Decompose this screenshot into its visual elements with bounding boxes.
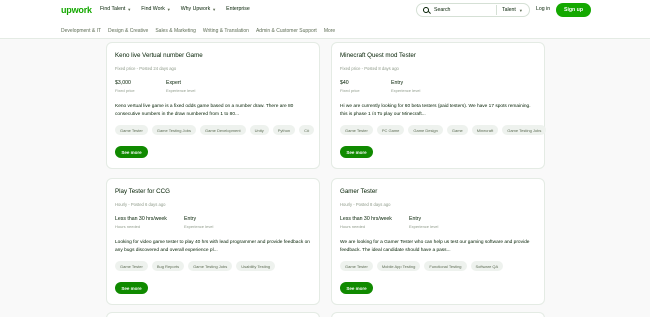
job-tags: Game Tester Mobile App Testing Functiona… (340, 261, 504, 271)
job-budget: $3,000 (115, 80, 131, 86)
search-scope-label: Talent (502, 7, 516, 13)
see-more-button[interactable]: See more (115, 146, 148, 158)
skill-tag[interactable]: PC Game (376, 125, 405, 135)
skill-tag[interactable]: Game Tester (115, 261, 148, 271)
category-design-creative[interactable]: Design & Creative (108, 28, 148, 34)
job-experience: Entry (409, 216, 422, 222)
chevron-down-icon: ▼ (166, 6, 171, 12)
skill-tag[interactable]: Game Tester (115, 125, 148, 135)
nav-why-upwork[interactable]: Why Upwork ▼ (181, 6, 216, 12)
job-experience: Entry (391, 80, 404, 86)
job-card[interactable]: Minecraft Quest mod Tester Fixed price -… (331, 42, 547, 169)
chevron-down-icon: ▼ (127, 6, 132, 12)
skill-tag[interactable]: Game Development (200, 125, 246, 135)
search-input[interactable]: Search (434, 7, 496, 13)
top-navigation-bar: upwork Find Talent ▼ Find Work ▼ Why Upwor… (0, 0, 650, 22)
job-description: We are looking for a Gamer Tester who ca… (340, 240, 530, 253)
job-tags: Game Tester Game Testing Jobs Game Devel… (115, 125, 315, 135)
category-sales-marketing[interactable]: Sales & Marketing (155, 28, 196, 34)
job-tags: Game Tester PC Game Game Design Game Min… (340, 125, 547, 135)
see-more-button[interactable]: See more (340, 282, 373, 294)
nav-label: Find Talent (100, 6, 126, 12)
signup-button[interactable]: Sign up (556, 3, 591, 17)
nav-label: Enterprise (226, 6, 250, 12)
skill-tag[interactable]: Unity (249, 125, 269, 135)
job-card[interactable]: Gamer Tester Hourly - Posted 8 days ago … (331, 178, 545, 305)
category-admin-support[interactable]: Admin & Customer Support (256, 28, 317, 34)
job-title[interactable]: Gamer Tester (340, 188, 377, 195)
skill-tag[interactable]: Python (272, 125, 296, 135)
category-writing-translation[interactable]: Writing & Translation (203, 28, 249, 34)
upwork-logo[interactable]: upwork (61, 5, 92, 15)
category-more[interactable]: More (324, 28, 335, 34)
nav-find-talent[interactable]: Find Talent ▼ (100, 6, 131, 12)
chevron-down-icon: ▼ (212, 6, 217, 12)
search-bar: Search Talent ▼ (416, 3, 530, 17)
nav-enterprise[interactable]: Enterprise (226, 6, 250, 12)
skill-tag[interactable]: Game Testing Jobs (502, 125, 547, 135)
job-hours: Less than 30 hrs/week (340, 216, 392, 222)
job-title[interactable]: Minecraft Quest mod Tester (340, 52, 416, 59)
job-meta: Hourly - Posted 6 days ago (115, 202, 166, 207)
chevron-down-icon: ▼ (518, 7, 523, 13)
category-development-it[interactable]: Development & IT (61, 28, 101, 34)
job-meta: Fixed price - Posted 24 days ago (115, 66, 177, 71)
login-link[interactable]: Log in (536, 6, 550, 12)
search-scope-dropdown[interactable]: Talent ▼ (502, 7, 523, 13)
nav-label: Find Work (141, 6, 165, 12)
job-experience-label: Experience level (391, 88, 421, 93)
category-bar: Development & IT Design & Creative Sales… (0, 22, 650, 39)
skill-tag[interactable]: Game Tester (340, 261, 373, 271)
search-divider (496, 5, 497, 15)
skill-tag[interactable]: Software QA (470, 261, 504, 271)
skill-tag[interactable]: Game (446, 125, 468, 135)
job-hours-label: Hours needed (115, 224, 141, 229)
job-experience-label: Experience level (184, 224, 214, 229)
skill-tag[interactable]: Minecraft (471, 125, 499, 135)
job-experience-label: Experience level (409, 224, 439, 229)
job-card[interactable]: Keno live Vertual number Game Fixed pric… (106, 42, 320, 169)
skill-tag[interactable]: Usability Testing (236, 261, 276, 271)
skill-tag[interactable]: Functional Testing (424, 261, 467, 271)
job-description: Looking for video game tester to play 40… (115, 240, 310, 253)
search-icon (423, 7, 429, 13)
main-nav: Find Talent ▼ Find Work ▼ Why Upwork ▼ Ente… (100, 6, 250, 12)
job-description: Hi we are currently looking for 60 beta … (340, 104, 531, 117)
see-more-button[interactable]: See more (115, 282, 148, 294)
job-card-partial[interactable] (331, 312, 545, 317)
job-budget-label: Fixed price (340, 88, 360, 93)
skill-tag[interactable]: Game Design (408, 125, 443, 135)
job-experience-label: Experience level (166, 88, 196, 93)
see-more-button[interactable]: See more (340, 146, 373, 158)
nav-label: Why Upwork (180, 6, 211, 12)
skill-tag[interactable]: Game Testing Jobs (188, 261, 233, 271)
category-list: Development & IT Design & Creative Sales… (61, 28, 335, 34)
skill-tag[interactable]: Game Testing Jobs (151, 125, 196, 135)
job-budget-label: Fixed price (115, 88, 135, 93)
skill-tag[interactable]: C# (299, 125, 315, 135)
skill-tag[interactable]: Bug Reports (151, 261, 185, 271)
job-title[interactable]: Play Tester for CCG (115, 188, 170, 195)
nav-find-work[interactable]: Find Work ▼ (141, 6, 171, 12)
job-budget: $40 (340, 80, 349, 86)
job-meta: Fixed price - Posted 8 days ago (340, 66, 399, 71)
job-hours: Less than 30 hrs/week (115, 216, 167, 222)
job-meta: Hourly - Posted 8 days ago (340, 202, 391, 207)
job-experience: Entry (184, 216, 197, 222)
skill-tag[interactable]: Mobile App Testing (376, 261, 421, 271)
job-experience: Expert (166, 80, 181, 86)
job-description: Keno vertual live game is a fixed odds g… (115, 104, 294, 117)
job-card-partial[interactable] (106, 312, 320, 317)
job-card[interactable]: Play Tester for CCG Hourly - Posted 6 da… (106, 178, 320, 305)
job-hours-label: Hours needed (340, 224, 366, 229)
skill-tag[interactable]: Game Tester (340, 125, 373, 135)
job-title[interactable]: Keno live Vertual number Game (115, 52, 203, 59)
job-tags: Game Tester Bug Reports Game Testing Job… (115, 261, 276, 271)
